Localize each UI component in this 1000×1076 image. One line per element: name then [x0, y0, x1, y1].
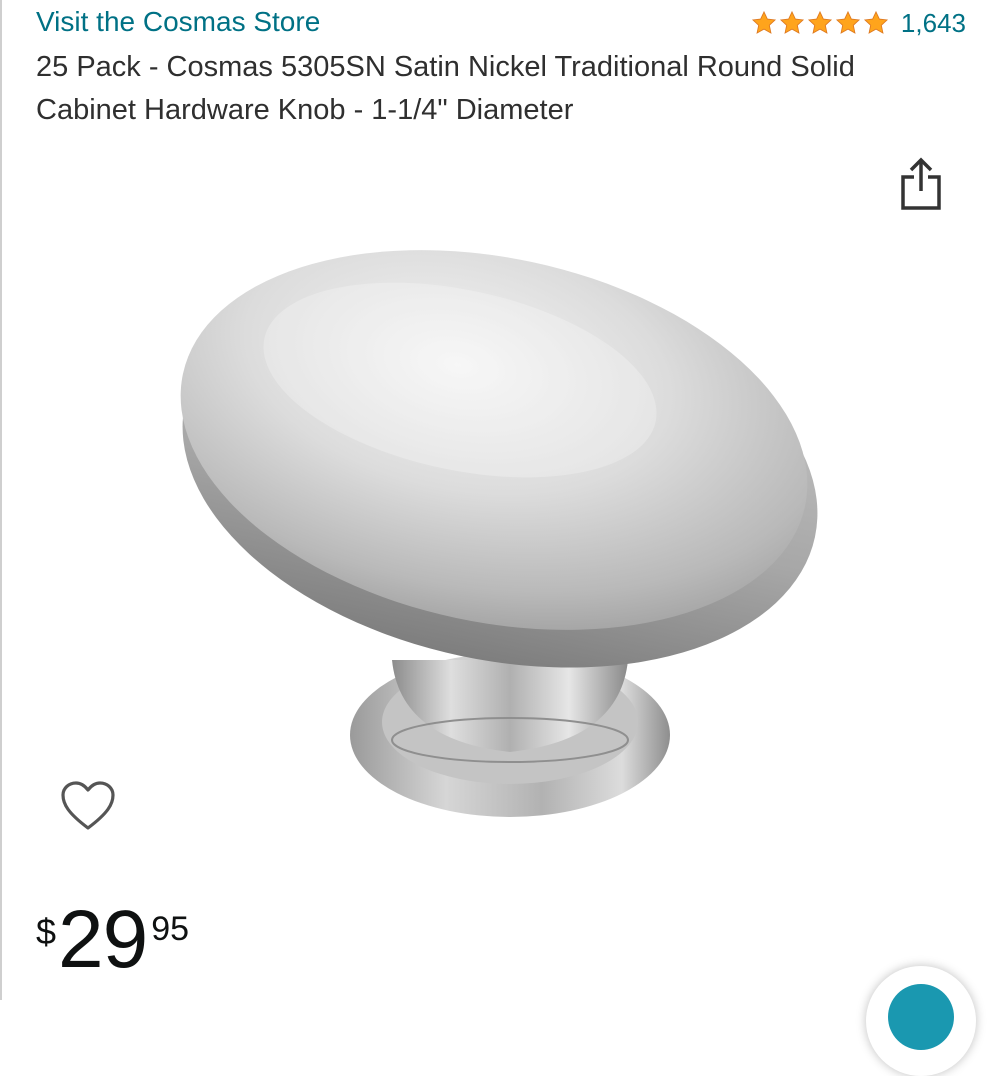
rating-summary[interactable]: 1,643 — [751, 6, 966, 40]
heart-icon — [61, 781, 115, 830]
star-icon — [863, 10, 888, 34]
price-currency-symbol: $ — [36, 911, 57, 952]
price-whole: 29 — [58, 894, 148, 985]
visit-store-link[interactable]: Visit the Cosmas Store — [36, 4, 320, 40]
product-title: 25 Pack - Cosmas 5305SN Satin Nickel Tra… — [36, 51, 855, 126]
product-image[interactable] — [160, 140, 840, 830]
share-button[interactable] — [892, 152, 950, 214]
price: $ 29 95 — [36, 892, 189, 992]
rating-count[interactable]: 1,643 — [901, 6, 966, 40]
price-fraction: 95 — [151, 910, 190, 948]
left-border — [0, 0, 2, 1000]
floating-action-icon — [888, 984, 954, 1050]
star-icon — [807, 10, 832, 34]
star-icon — [835, 10, 860, 34]
star-icon — [751, 10, 776, 34]
floating-action-button[interactable] — [866, 966, 976, 1076]
wishlist-button[interactable] — [56, 776, 120, 836]
star-rating — [751, 10, 889, 36]
share-icon — [901, 157, 941, 210]
star-icon — [779, 10, 804, 34]
